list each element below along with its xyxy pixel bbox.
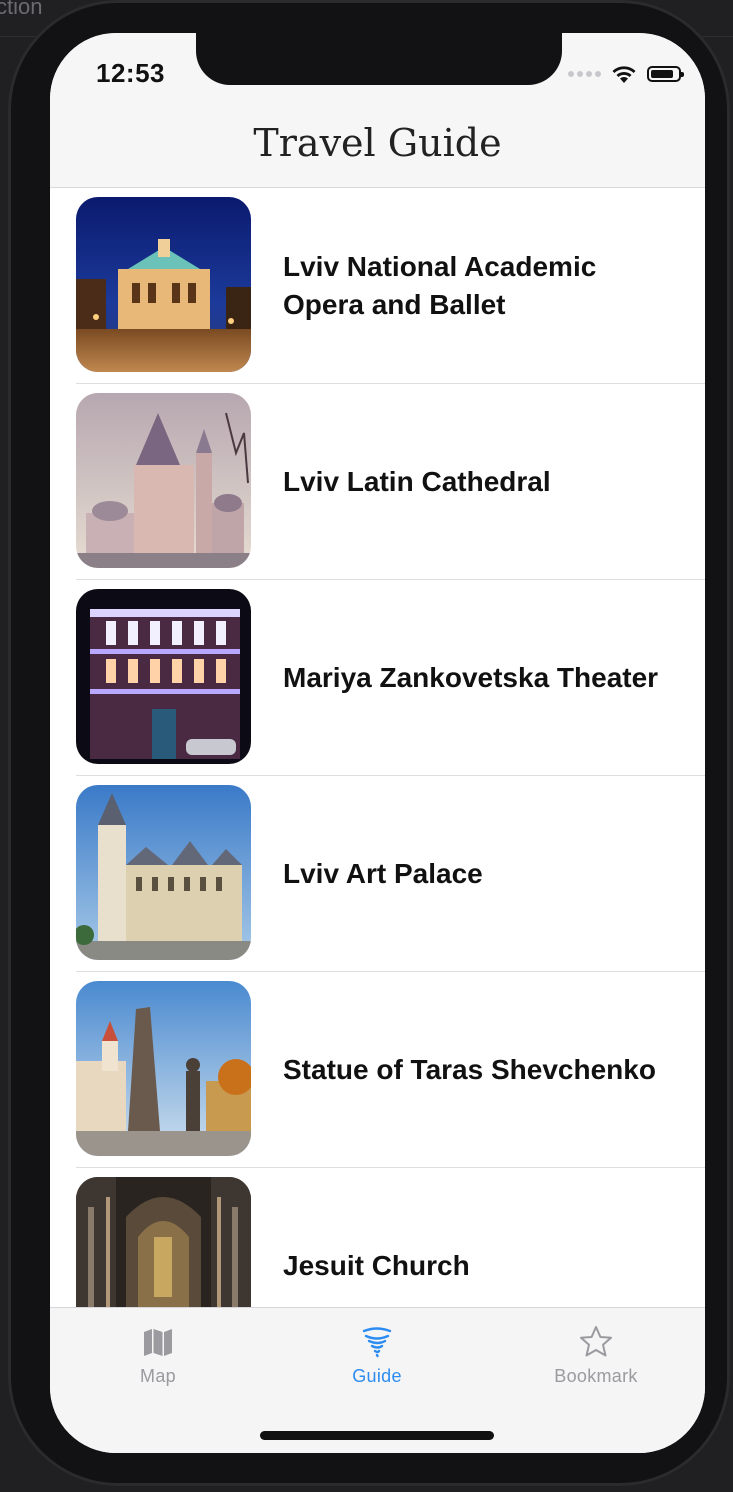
home-indicator[interactable]: [260, 1431, 494, 1440]
tab-map[interactable]: Map: [88, 1324, 228, 1394]
list-item[interactable]: Lviv National Academic Opera and Ballet: [50, 188, 705, 384]
places-list[interactable]: Lviv National Academic Opera and Ballet: [50, 188, 705, 1364]
phone-frame: 12:53 Travel Guide Lviv National Academi…: [8, 0, 730, 1486]
status-icons: [568, 63, 684, 85]
tab-label: Bookmark: [554, 1366, 638, 1386]
shevchenko-statue-photo: [76, 981, 251, 1156]
list-item[interactable]: Lviv Art Palace: [50, 776, 705, 972]
background-caption: ction: [0, 0, 43, 19]
status-time: 12:53: [96, 58, 165, 88]
tab-label: Map: [140, 1366, 176, 1386]
place-title: Lviv Latin Cathedral: [283, 466, 551, 497]
list-item[interactable]: Statue of Taras Shevchenko: [50, 972, 705, 1168]
place-title: Lviv National Academic Opera and Ballet: [283, 251, 597, 320]
navigation-bar: 12:53 Travel Guide: [50, 33, 705, 188]
tornado-icon: [362, 1327, 392, 1358]
art-palace-photo: [76, 785, 251, 960]
page-title: Travel Guide: [253, 121, 502, 165]
list-item[interactable]: Mariya Zankovetska Theater: [50, 580, 705, 776]
opera-house-night-photo: [76, 197, 251, 372]
tab-label: Guide: [352, 1366, 402, 1386]
theater-night-photo: [76, 589, 251, 764]
cellular-signal-icon: [568, 71, 601, 77]
tab-guide[interactable]: Guide: [307, 1324, 447, 1394]
cathedral-photo: [76, 393, 251, 568]
device-notch: [196, 33, 562, 85]
phone-screen: 12:53 Travel Guide Lviv National Academi…: [50, 33, 705, 1453]
place-title: Statue of Taras Shevchenko: [283, 1054, 656, 1085]
list-item[interactable]: Lviv Latin Cathedral: [50, 384, 705, 580]
battery-fill: [651, 70, 673, 78]
battery-icon: [647, 66, 684, 82]
star-icon: [580, 1326, 612, 1357]
tab-bookmark[interactable]: Bookmark: [526, 1324, 666, 1394]
place-title: Mariya Zankovetska Theater: [283, 662, 659, 693]
place-title: Lviv Art Palace: [283, 858, 483, 889]
map-icon: [144, 1329, 172, 1356]
wifi-icon: [612, 66, 636, 83]
